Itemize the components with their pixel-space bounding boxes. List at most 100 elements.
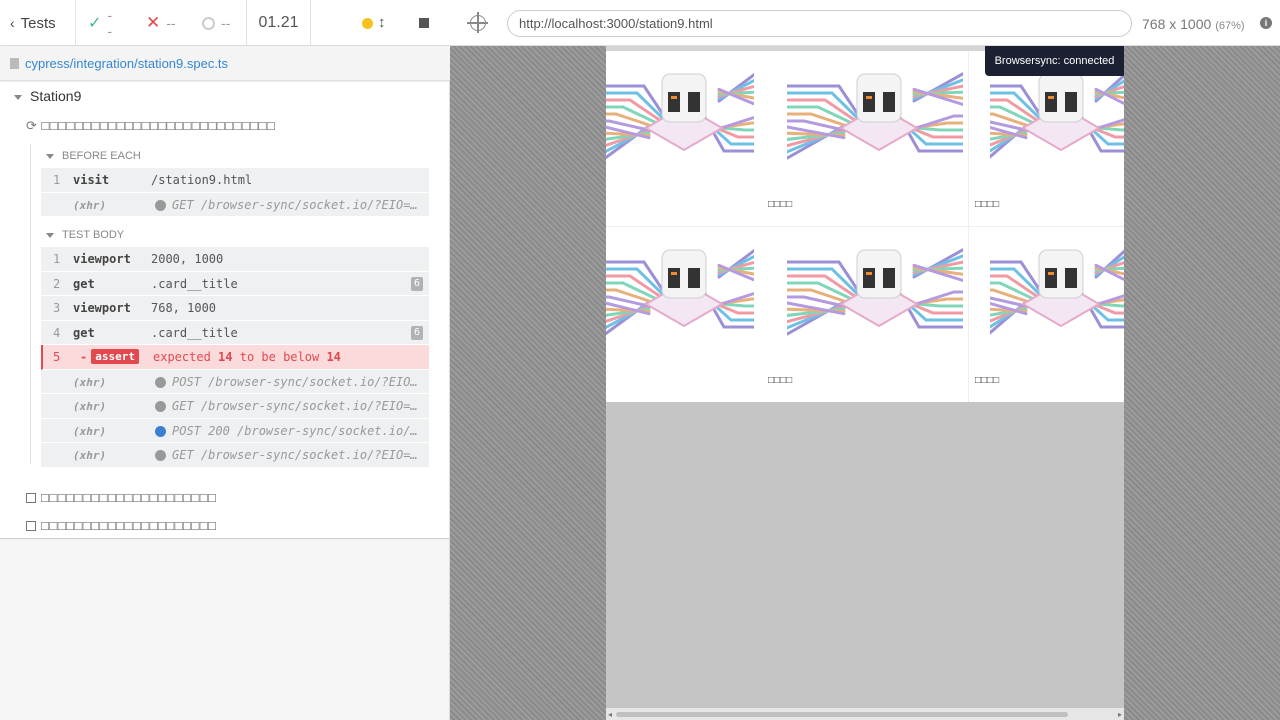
file-icon (10, 57, 19, 69)
command-number: 5 (53, 350, 61, 364)
scrollbar-thumb[interactable] (616, 712, 1068, 717)
chevron-left-icon: ‹ (10, 15, 15, 31)
browsersync-toast: Browsersync: connected (985, 46, 1124, 76)
assert-expected: 14 (326, 350, 341, 364)
spec-file-path: cypress/integration/station9.spec.ts (25, 55, 229, 71)
caret-down-icon (14, 94, 22, 100)
command-row[interactable]: (xhr) GET /browser-sync/socket.io/?EIO=… (41, 443, 429, 468)
aut-header: http://localhost:3000/station9.html 768 … (450, 0, 1280, 46)
command-message: GET /browser-sync/socket.io/?EIO=… (172, 197, 418, 212)
command-number: 1 (53, 252, 61, 266)
card: □□□□ (606, 227, 813, 402)
command-name: (xhr) (73, 375, 107, 389)
caret-down-icon (46, 232, 54, 238)
scroll-left-icon[interactable]: ◂ (608, 710, 612, 719)
info-icon[interactable]: i (1260, 17, 1272, 29)
pending-value: -- (221, 15, 231, 31)
xhr-status-icon (155, 199, 166, 211)
xhr-status-icon (155, 450, 166, 461)
cube-accent (1048, 272, 1054, 275)
command-number: 2 (53, 276, 61, 291)
assert-message: expected 14 to be below 14 (153, 350, 341, 364)
circuit-illustration (787, 72, 963, 160)
cube-face (688, 268, 700, 288)
command-message: POST /browser-sync/socket.io/?EIO… (172, 374, 418, 389)
assert-dash: - (80, 349, 88, 364)
cube-face (668, 268, 680, 288)
test-body-hook-title[interactable]: TEST BODY (46, 229, 124, 241)
crosshair-icon[interactable] (467, 12, 488, 33)
circuit-illustration (990, 249, 1124, 335)
running-indicator-icon (362, 18, 373, 29)
pending-test[interactable]: □□□□□□□□□□□□□□□□□□□□□ (26, 490, 216, 505)
cube-face (668, 92, 680, 112)
command-row[interactable]: (xhr) GET /browser-sync/socket.io/?EIO=… (41, 394, 429, 419)
auto-scroll-icon[interactable]: ↕ (378, 14, 386, 31)
before-each-label: BEFORE EACH (62, 150, 141, 162)
card-image (990, 232, 1124, 357)
circuit-illustration (606, 72, 754, 160)
scroll-right-icon[interactable]: ▸ (1118, 710, 1122, 719)
command-row[interactable]: (xhr) GET /browser-sync/socket.io/?EIO=… (41, 192, 429, 217)
pending-test-title: □□□□□□□□□□□□□□□□□□□□□ (41, 518, 217, 533)
card: □□□□ (606, 51, 813, 226)
failed-assert-row[interactable]: 5 - assert expected 14 to be below 14 (41, 345, 429, 370)
element-count-badge: 6 (410, 276, 423, 291)
cube-accent (671, 96, 677, 99)
reporter-panel: ‹ Tests ✓ -- ✕ -- -- 01.21 ↕ cypress/int… (0, 0, 450, 720)
cube-face (883, 92, 895, 112)
xhr-status-icon (155, 401, 166, 412)
assert-label: assert (91, 349, 139, 364)
horizontal-scrollbar[interactable]: ◂ ▸ (606, 708, 1124, 720)
command-name: get (73, 276, 95, 291)
tests-button[interactable]: ‹ Tests (0, 0, 76, 46)
command-message: .card__title (151, 325, 238, 340)
cube-face (883, 268, 895, 288)
circuit-illustration (787, 248, 963, 336)
command-row[interactable]: (xhr) POST 200 /browser-sync/socket.io/… (41, 418, 429, 443)
card-image (787, 232, 963, 357)
stop-icon[interactable] (419, 18, 429, 28)
card (787, 227, 994, 402)
cube-face (688, 92, 700, 112)
suite-name: Station9 (30, 88, 82, 104)
command-message: GET /browser-sync/socket.io/?EIO=… (172, 399, 418, 413)
before-each-commands: 1 visit /station9.html (xhr) GET /browse… (41, 168, 429, 217)
assert-actual: 14 (218, 350, 233, 364)
command-row[interactable]: 1 visit /station9.html (41, 168, 429, 193)
x-icon: ✕ (146, 13, 161, 32)
suite-title[interactable]: Station9 (14, 88, 81, 104)
command-row[interactable]: 3 viewport 768, 1000 (41, 296, 429, 321)
url-field[interactable]: http://localhost:3000/station9.html (507, 10, 1132, 37)
aut-iframe: □□□□ □□□□ □□□□ □□□□ (606, 46, 1124, 720)
command-message: /station9.html (151, 173, 253, 187)
command-name: (xhr) (73, 400, 107, 413)
card-title: □□□□ (975, 199, 1000, 210)
command-row[interactable]: 4 get .card__title 6 (41, 320, 429, 345)
xhr-status-icon (155, 425, 166, 437)
command-message: .card__title (151, 276, 238, 291)
pending-test[interactable]: □□□□□□□□□□□□□□□□□□□□□ (26, 518, 216, 533)
card (787, 51, 994, 226)
spec-file-link[interactable]: cypress/integration/station9.spec.ts (0, 46, 450, 81)
command-message: POST 200 /browser-sync/socket.io/… (172, 423, 418, 438)
cube-face (1045, 92, 1057, 112)
cube-face (1045, 268, 1057, 288)
command-message: 2000, 1000 (151, 252, 224, 266)
xhr-status-icon (155, 376, 166, 388)
card-divider (968, 227, 969, 402)
reporter-header: ‹ Tests ✓ -- ✕ -- -- 01.21 ↕ (0, 0, 450, 46)
app-page: □□□□ □□□□ □□□□ □□□□ (606, 46, 1124, 402)
command-name: (xhr) (73, 424, 107, 438)
command-row[interactable]: 1 viewport 2000, 1000 (41, 247, 429, 272)
caret-down-icon (46, 153, 54, 159)
cube-accent (671, 272, 677, 275)
checkbox-icon (26, 521, 36, 531)
command-row[interactable]: (xhr) POST /browser-sync/socket.io/?EIO… (41, 369, 429, 394)
test-title[interactable]: ⟳ □□□□□□□□□□□□□□□□□□□□□□□□□□□□ (26, 118, 275, 134)
refresh-icon: ⟳ (26, 118, 38, 133)
before-each-hook-title[interactable]: BEFORE EACH (46, 150, 141, 162)
card-image (606, 232, 754, 357)
command-row[interactable]: 2 get .card__title 6 (41, 271, 429, 296)
card-image (787, 56, 963, 181)
